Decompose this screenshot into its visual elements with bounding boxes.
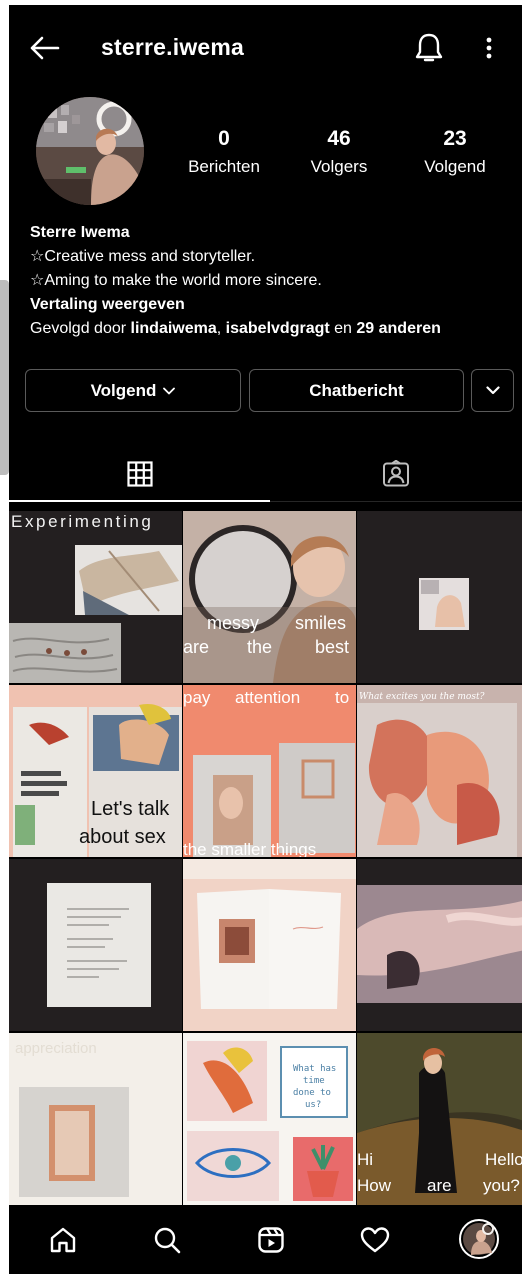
post-caption: us? [305,1100,321,1110]
message-button[interactable]: Chatbericht [249,369,464,412]
post-caption: are [183,637,209,657]
post-caption: time [303,1076,325,1086]
suggested-accounts-button[interactable] [471,369,514,412]
more-options-icon[interactable] [477,33,501,63]
translate-link[interactable]: Vertaling weergeven [30,293,510,317]
stat-following[interactable]: 23 Volgend [400,127,510,177]
chevron-down-icon [485,386,500,395]
bio-line-2: ☆Aming to make the world more sincere. [30,272,322,289]
following-button[interactable]: Volgend [25,369,241,412]
post-caption: appreciation [15,1040,97,1057]
search-icon[interactable] [149,1222,185,1258]
post-thumbnail[interactable] [9,859,182,1031]
post-caption: pay [183,688,211,707]
stat-following-count: 23 [443,127,467,150]
post-caption: to [335,688,349,707]
post-thumbnail[interactable]: Hi Hello How are you? [357,1033,522,1205]
post-thumbnail[interactable]: What excites you the most? [357,685,522,857]
back-arrow-icon[interactable] [27,33,63,63]
post-caption: best [315,637,349,657]
post-thumbnail[interactable] [357,511,522,683]
stat-posts-count: 0 [218,127,230,150]
reels-icon[interactable] [253,1222,289,1258]
stat-followers-count: 46 [327,127,351,150]
tab-tagged[interactable] [270,445,522,503]
bottom-navigation [9,1205,522,1274]
stat-followers[interactable]: 46 Volgers [284,127,394,177]
post-caption: attention [235,688,300,707]
post-thumbnail[interactable]: Experimenting [9,511,182,683]
message-button-label: Chatbericht [309,380,404,400]
bio-line-1: ☆Creative mess and storyteller. [30,248,256,265]
profile-bio: Sterre Iwema ☆Creative mess and storytel… [30,221,510,341]
profile-username: sterre.iwema [101,34,245,60]
chevron-down-icon [163,387,176,395]
post-thumbnail[interactable]: Let's talk about sex [9,685,182,857]
post-caption: What has [293,1064,336,1074]
profile-avatar[interactable] [36,97,144,205]
post-caption: the smaller things [183,840,316,857]
profile-avatar[interactable] [459,1219,499,1259]
home-icon[interactable] [45,1222,81,1258]
post-caption: messy [207,613,259,633]
post-thumbnail[interactable]: appreciation [9,1033,182,1205]
grid-icon [126,461,153,487]
post-caption: Hi [357,1150,373,1169]
post-caption: you? [483,1176,520,1195]
post-caption: Let's talk [91,798,170,820]
post-caption: are [427,1176,452,1195]
post-caption: done to [293,1088,331,1098]
post-caption: the [247,637,272,657]
stat-following-label: Volgend [424,157,486,176]
post-caption: about sex [79,826,166,848]
post-caption: How [357,1176,392,1195]
tab-grid[interactable] [9,445,270,503]
post-thumbnail[interactable] [183,859,356,1031]
tagged-icon [382,460,410,488]
stat-posts-label: Berichten [188,157,260,176]
profile-full-name: Sterre Iwema [30,224,130,241]
tab-divider [270,501,522,502]
stat-followers-label: Volgers [310,157,368,176]
scroll-indicator[interactable] [0,280,9,475]
app-screen: sterre.iwema 0 Berichten 46 Volgers 23 V… [9,5,522,1274]
post-caption: What excites you the most? [359,692,485,702]
post-thumbnail[interactable] [357,859,522,1031]
top-bar: sterre.iwema [9,5,522,89]
post-caption: Hello [485,1150,522,1169]
heart-icon[interactable] [357,1222,393,1258]
stat-posts[interactable]: 0 Berichten [169,127,279,177]
post-thumbnail[interactable]: messy smiles are the best [183,511,356,683]
post-caption: Experimenting [11,512,153,531]
followed-by[interactable]: Gevolgd door lindaiwema, isabelvdgragt e… [30,317,510,341]
post-thumbnail[interactable]: What has time done to us? [183,1033,356,1205]
post-grid: Experimenting messy smiles are the best [9,511,522,1205]
following-button-label: Volgend [90,380,157,400]
active-tab-indicator [9,500,270,502]
post-thumbnail[interactable]: pay attention to the smaller things [183,685,356,857]
notification-bell-icon[interactable] [413,31,445,65]
post-caption: smiles [295,613,346,633]
